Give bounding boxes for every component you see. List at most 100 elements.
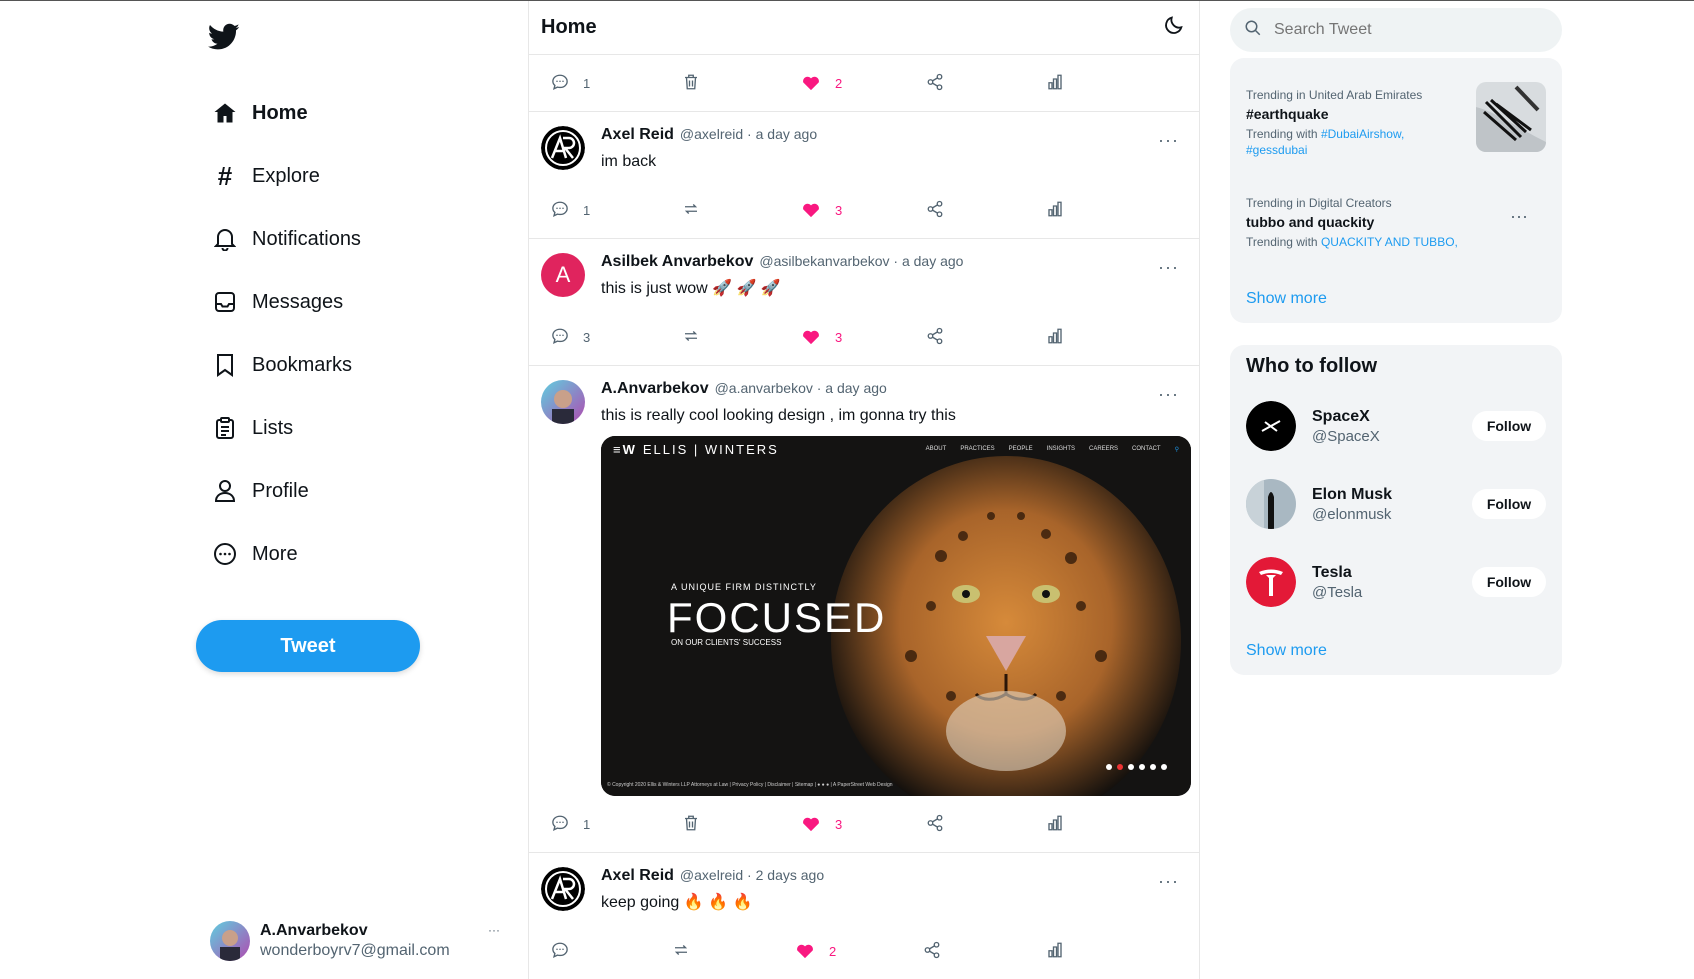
nav-home[interactable]: Home xyxy=(212,93,308,133)
search-input[interactable] xyxy=(1274,21,1534,39)
author-name[interactable]: A.Anvarbekov xyxy=(601,380,709,398)
trends-panel: Trending in United Arab Emirates #earthq… xyxy=(1230,58,1562,323)
tweet-button[interactable]: Tweet xyxy=(196,620,420,672)
more-options-icon[interactable]: ··· xyxy=(1158,384,1179,405)
share-action[interactable] xyxy=(926,73,958,94)
analytics-action[interactable] xyxy=(1046,73,1078,94)
like-count: 2 xyxy=(829,943,837,959)
follow-suggestion[interactable]: Tesla @Tesla Follow xyxy=(1246,556,1546,608)
account-email: wonderboyrv7@gmail.com xyxy=(260,942,450,959)
retweet-action[interactable] xyxy=(672,941,704,962)
reply-action[interactable] xyxy=(551,941,583,962)
reply-action[interactable]: 3 xyxy=(551,327,590,348)
like-action[interactable]: 3 xyxy=(801,327,842,348)
trend-item[interactable]: Trending in United Arab Emirates #earthq… xyxy=(1230,82,1562,158)
account-switcher[interactable]: A.Anvarbekov wonderboyrv7@gmail.com ··· xyxy=(210,919,510,963)
tweet-text: this is just wow 🚀 🚀 🚀 xyxy=(601,280,781,297)
retweet-action[interactable] xyxy=(682,327,714,348)
tweet[interactable]: A.Anvarbekov @a.anvarbekov · a day ago th… xyxy=(529,365,1199,852)
twitter-logo-icon[interactable] xyxy=(207,23,240,51)
nav-messages[interactable]: Messages xyxy=(212,282,343,322)
reply-action[interactable]: 1 xyxy=(551,73,590,94)
trends-show-more[interactable]: Show more xyxy=(1246,290,1327,308)
trend-tags[interactable]: QUACKITY AND TUBBO, xyxy=(1321,235,1458,249)
search-box[interactable] xyxy=(1230,8,1562,52)
share-action[interactable] xyxy=(926,327,958,348)
media-menu: ABOUT PRACTICES PEOPLE INSIGHTS CAREERS … xyxy=(926,446,1179,453)
avatar xyxy=(1246,557,1296,607)
follow-button[interactable]: Follow xyxy=(1472,567,1546,597)
tweet[interactable]: A Asilbek Anvarbekov @asilbekanvarbekov ·… xyxy=(529,238,1199,365)
bar-chart-icon xyxy=(1046,814,1078,835)
home-icon xyxy=(212,100,238,126)
trend-meta: Trending in Digital Creators xyxy=(1246,196,1392,210)
tweet[interactable]: Axel Reid @axelreid · a day ago im back ·… xyxy=(529,111,1199,238)
avatar[interactable] xyxy=(541,380,585,424)
follow-name: Elon Musk xyxy=(1312,485,1393,503)
nav-profile-label: Profile xyxy=(252,479,309,502)
search-icon xyxy=(1244,19,1262,42)
comment-icon xyxy=(551,73,583,94)
nav-explore-label: Explore xyxy=(252,164,320,187)
more-options-icon[interactable]: ··· xyxy=(1158,871,1179,892)
analytics-action[interactable] xyxy=(1046,814,1078,835)
like-action[interactable]: 3 xyxy=(801,814,842,835)
follow-button[interactable]: Follow xyxy=(1472,489,1546,519)
more-options-icon[interactable]: ··· xyxy=(1158,257,1179,278)
analytics-action[interactable] xyxy=(1046,327,1078,348)
nav-bookmarks[interactable]: Bookmarks xyxy=(212,345,352,385)
analytics-action[interactable] xyxy=(1046,941,1078,962)
tweet-media-image[interactable]: ≡W ELLIS | WINTERS ABOUT PRACTICES PEOPL… xyxy=(601,436,1191,796)
nav-messages-label: Messages xyxy=(252,290,344,313)
author-name[interactable]: Axel Reid xyxy=(601,867,674,885)
reply-action[interactable]: 1 xyxy=(551,200,590,221)
nav-notifications-label: Notifications xyxy=(252,227,361,250)
delete-action[interactable] xyxy=(682,814,714,835)
like-action[interactable]: 3 xyxy=(801,200,842,221)
author-name[interactable]: Asilbek Anvarbekov xyxy=(601,253,753,271)
more-circle-icon xyxy=(212,541,238,567)
left-nav: Home # Explore Notifications Messages Bo… xyxy=(0,1,528,979)
more-options-icon[interactable]: ··· xyxy=(1158,130,1179,151)
nav-notifications[interactable]: Notifications xyxy=(212,219,361,259)
avatar[interactable]: A xyxy=(541,253,585,297)
avatar xyxy=(1246,401,1296,451)
nav-more[interactable]: More xyxy=(212,534,298,574)
more-options-icon[interactable]: ··· xyxy=(1510,206,1528,227)
nav-explore[interactable]: # Explore xyxy=(212,156,320,196)
delete-action[interactable] xyxy=(682,73,714,94)
who-to-follow-show-more[interactable]: Show more xyxy=(1246,642,1327,660)
reply-action[interactable]: 1 xyxy=(551,814,590,835)
like-action[interactable]: 2 xyxy=(795,941,836,962)
trend-thumbnail xyxy=(1476,82,1546,152)
retweet-action[interactable] xyxy=(682,200,714,221)
bell-icon xyxy=(212,226,238,252)
media-menu-item: INSIGHTS xyxy=(1046,446,1076,452)
follow-suggestion[interactable]: SpaceX @SpaceX Follow xyxy=(1246,400,1546,452)
avatar[interactable] xyxy=(541,867,585,911)
dot xyxy=(1150,764,1156,770)
tweet-text: im back xyxy=(601,153,657,170)
share-action[interactable] xyxy=(923,941,955,962)
avatar[interactable] xyxy=(541,126,585,170)
nav-home-label: Home xyxy=(252,101,308,124)
like-count: 3 xyxy=(835,202,843,218)
analytics-action[interactable] xyxy=(1046,200,1078,221)
follow-button[interactable]: Follow xyxy=(1472,411,1546,441)
trend-with-label: Trending with xyxy=(1246,235,1321,249)
moon-icon[interactable] xyxy=(1163,14,1185,41)
share-action[interactable] xyxy=(926,814,958,835)
author-name[interactable]: Axel Reid xyxy=(601,126,674,144)
follow-handle: @SpaceX xyxy=(1312,427,1380,445)
trend-item[interactable]: Trending in Digital Creators tubbo and q… xyxy=(1230,196,1562,250)
follow-suggestion[interactable]: Elon Musk @elonmusk Follow xyxy=(1246,478,1546,530)
tweet-actions: 1 3 xyxy=(529,182,1199,238)
nav-profile[interactable]: Profile xyxy=(212,471,309,511)
like-action[interactable]: 2 xyxy=(801,73,842,94)
tweet[interactable]: Axel Reid @axelreid · 2 days ago keep goi… xyxy=(529,852,1199,979)
trend-name: tubbo and quackity xyxy=(1246,214,1375,230)
share-action[interactable] xyxy=(926,200,958,221)
like-count: 3 xyxy=(835,329,843,345)
account-more-icon[interactable]: ··· xyxy=(488,923,500,937)
nav-lists[interactable]: Lists xyxy=(212,408,293,448)
